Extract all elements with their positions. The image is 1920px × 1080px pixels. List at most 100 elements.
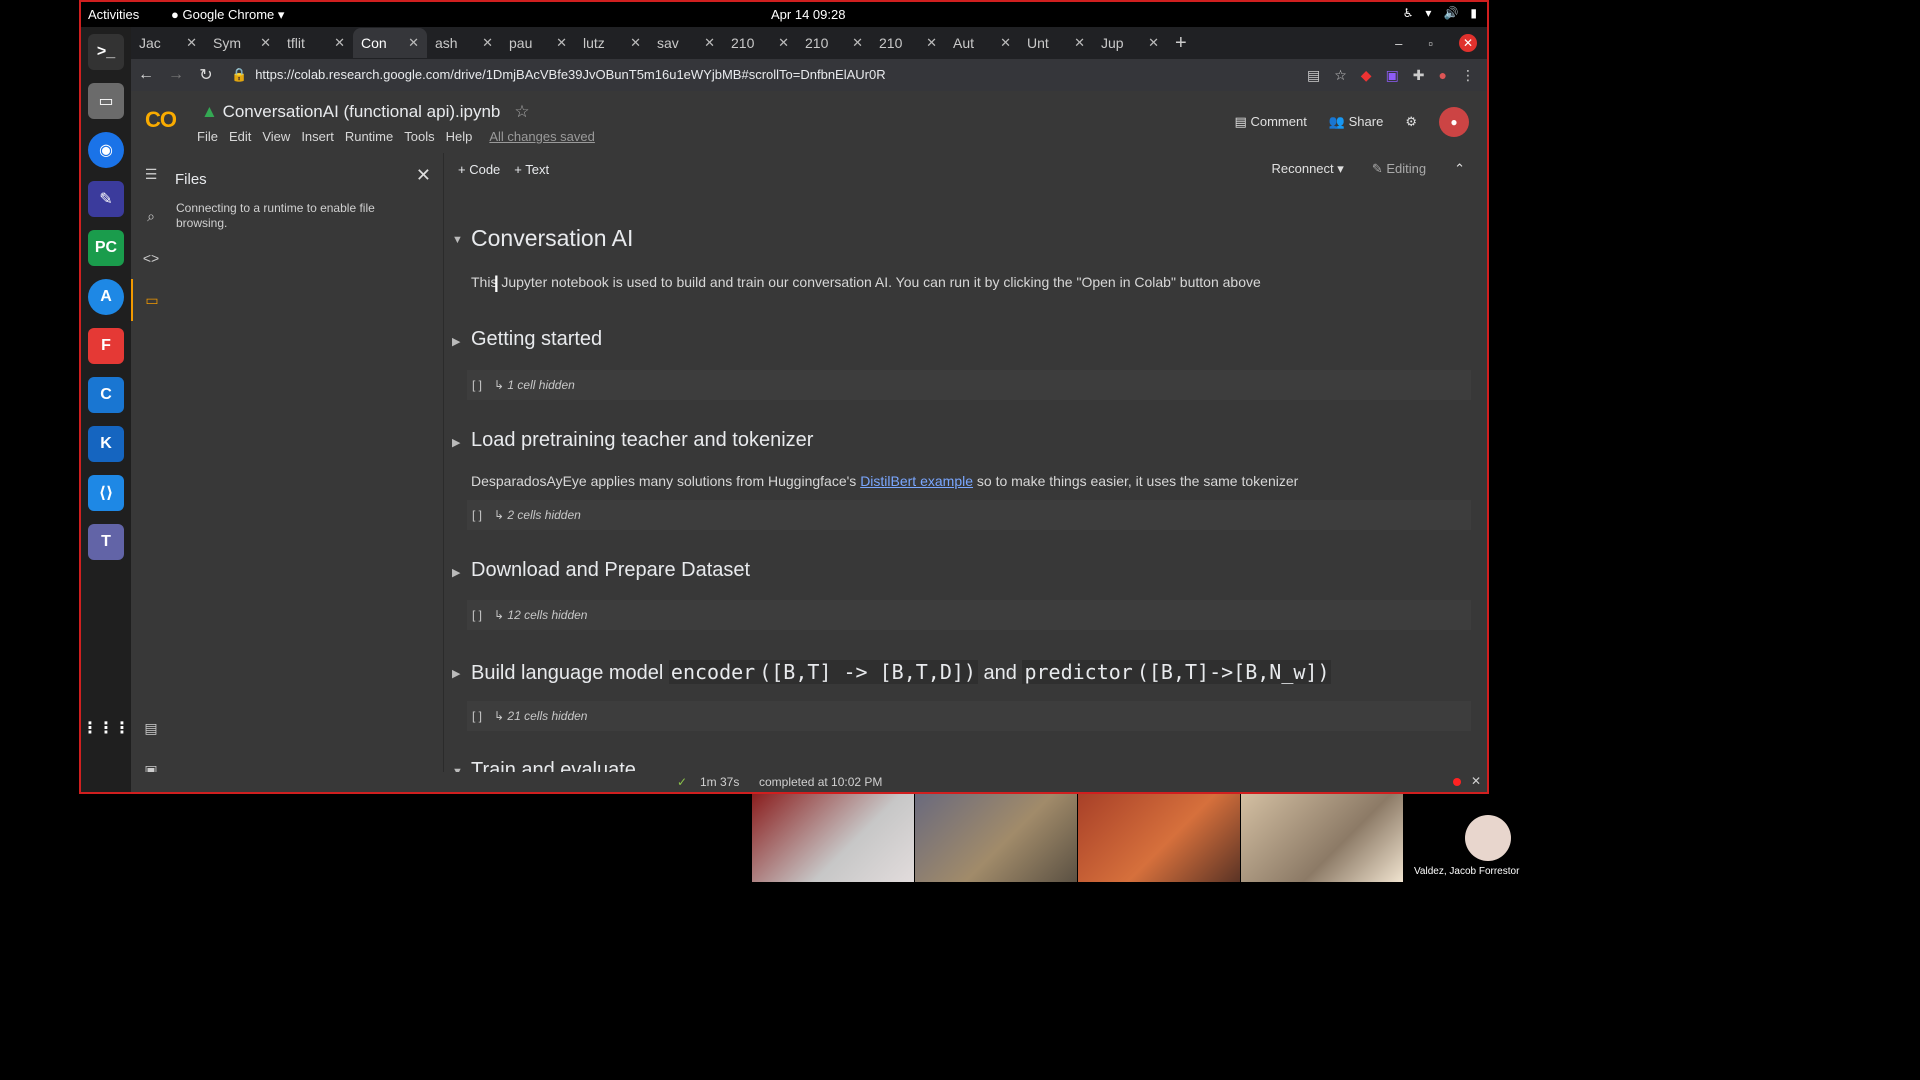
colab-logo[interactable]: CO [145, 107, 177, 133]
hidden-cells-bar[interactable]: [ ] ↳ 1 cell hidden [467, 370, 1471, 400]
clock[interactable]: Apr 14 09:28 [771, 7, 845, 22]
participant-video[interactable] [1078, 794, 1240, 882]
collapse-caret-icon[interactable]: ▼ [452, 234, 463, 246]
menu-edit[interactable]: Edit [229, 129, 251, 144]
close-window-icon[interactable]: ✕ [1459, 34, 1477, 52]
expand-caret-icon[interactable]: ▶ [452, 566, 460, 579]
close-icon[interactable]: ✕ [416, 165, 431, 186]
tab-close-icon[interactable]: ✕ [1148, 35, 1159, 51]
participant-video[interactable] [1241, 794, 1403, 882]
editing-mode[interactable]: ✎ Editing [1372, 161, 1426, 177]
menu-kebab-icon[interactable]: ⋮ [1461, 67, 1475, 84]
notebook-title[interactable]: ▲ ConversationAI (functional api).ipynb ☆ [201, 102, 530, 122]
kanban-app-icon[interactable]: K [88, 426, 124, 462]
reload-icon[interactable]: ↻ [191, 65, 221, 85]
gear-icon[interactable]: ⚙ [1405, 114, 1417, 130]
teams-app-icon[interactable]: T [88, 524, 124, 560]
folder-icon[interactable]: ▭ [131, 279, 171, 321]
menu-runtime[interactable]: Runtime [345, 129, 393, 144]
pycharm-app-icon[interactable]: PC [88, 230, 124, 266]
tab-close-icon[interactable]: ✕ [556, 35, 567, 51]
profile-avatar[interactable]: ● [1439, 67, 1447, 83]
settings-app-icon[interactable]: F [88, 328, 124, 364]
browser-tab[interactable]: 210 ✕ [723, 28, 797, 58]
user-avatar[interactable]: ● [1439, 107, 1469, 137]
hidden-cells-bar[interactable]: [ ] ↳ 12 cells hidden [467, 600, 1471, 630]
chrome-app-icon[interactable]: ◉ [88, 132, 124, 168]
participant-video[interactable] [915, 794, 1077, 882]
vscode-app-icon[interactable]: ⟨⟩ [88, 475, 124, 511]
activities-button[interactable]: Activities [88, 7, 139, 22]
reconnect-button[interactable]: Reconnect ▾ [1272, 161, 1344, 177]
maximize-icon[interactable]: ▫ [1428, 36, 1433, 51]
tab-close-icon[interactable]: ✕ [408, 35, 419, 51]
browser-tab[interactable]: Jup ✕ [1093, 28, 1167, 58]
extension-icon[interactable]: ▣ [1386, 67, 1399, 84]
expand-caret-icon[interactable]: ▶ [452, 335, 460, 348]
new-tab-icon[interactable]: + [1175, 32, 1187, 55]
tab-close-icon[interactable]: ✕ [852, 35, 863, 51]
system-tray[interactable]: ♿ ▾ 🔊 ▮ [1403, 6, 1477, 20]
browser-tab[interactable]: pau ✕ [501, 28, 575, 58]
browser-tab[interactable]: 210 ✕ [871, 28, 945, 58]
expand-caret-icon[interactable]: ▶ [452, 667, 460, 680]
chevron-up-icon[interactable]: ⌃ [1454, 161, 1465, 177]
tab-close-icon[interactable]: ✕ [334, 35, 345, 51]
add-text-button[interactable]: + Text [514, 162, 549, 177]
tab-close-icon[interactable]: ✕ [1000, 35, 1011, 51]
browser-tab[interactable]: 210 ✕ [797, 28, 871, 58]
hidden-cells-bar[interactable]: [ ] ↳ 2 cells hidden [467, 500, 1471, 530]
tab-close-icon[interactable]: ✕ [778, 35, 789, 51]
add-code-button[interactable]: + Code [458, 162, 500, 177]
c-app-icon[interactable]: C [88, 377, 124, 413]
expand-caret-icon[interactable]: ▶ [452, 436, 460, 449]
tab-close-icon[interactable]: ✕ [1074, 35, 1085, 51]
tab-close-icon[interactable]: ✕ [630, 35, 641, 51]
menu-help[interactable]: Help [446, 129, 473, 144]
files-app-icon[interactable]: ▭ [88, 83, 124, 119]
tab-close-icon[interactable]: ✕ [482, 35, 493, 51]
browser-tab[interactable]: lutz ✕ [575, 28, 649, 58]
browser-tab[interactable]: sav ✕ [649, 28, 723, 58]
code-snippets-icon[interactable]: <> [131, 237, 171, 279]
app-icon[interactable]: A [88, 279, 124, 315]
browser-tab[interactable]: tflit ✕ [279, 28, 353, 58]
back-icon[interactable]: ← [131, 66, 161, 84]
execution-duration[interactable]: 1m 37s [700, 775, 739, 789]
reader-icon[interactable]: ▤ [1307, 67, 1320, 84]
share-button[interactable]: 👥 Share [1329, 114, 1384, 130]
url-field[interactable]: 🔒 https://colab.research.google.com/drive… [231, 67, 1307, 83]
star-icon[interactable]: ☆ [514, 102, 529, 121]
completion-time[interactable]: completed at 10:02 PM [759, 775, 882, 789]
tab-close-icon[interactable]: ✕ [926, 35, 937, 51]
tab-close-icon[interactable]: ✕ [704, 35, 715, 51]
editor-app-icon[interactable]: ✎ [88, 181, 124, 217]
browser-tab[interactable]: ash ✕ [427, 28, 501, 58]
extension-icon[interactable]: ◆ [1361, 67, 1372, 84]
browser-tab[interactable]: Aut ✕ [945, 28, 1019, 58]
bookmark-star-icon[interactable]: ☆ [1334, 67, 1347, 84]
browser-tab[interactable]: Sym ✕ [205, 28, 279, 58]
menu-tools[interactable]: Tools [404, 129, 434, 144]
close-icon[interactable]: ✕ [1471, 774, 1481, 788]
tab-close-icon[interactable]: ✕ [186, 35, 197, 51]
distilbert-link[interactable]: DistilBert example [860, 473, 973, 489]
self-video-tile[interactable]: Valdez, Jacob Forrestor [1405, 794, 1568, 882]
app-menu[interactable]: ● Google Chrome ▾ [171, 7, 284, 23]
command-palette-icon[interactable]: ▤ [131, 707, 171, 749]
minimize-icon[interactable]: – [1395, 36, 1402, 51]
forward-icon[interactable]: → [161, 66, 191, 84]
browser-tab[interactable]: Jac ✕ [131, 28, 205, 58]
tab-close-icon[interactable]: ✕ [260, 35, 271, 51]
search-icon[interactable]: ⌕ [131, 195, 171, 237]
participant-video[interactable] [752, 794, 914, 882]
menu-view[interactable]: View [262, 129, 290, 144]
app-grid-icon[interactable]: ⋮⋮⋮ [82, 710, 130, 746]
terminal-icon[interactable]: >_ [88, 34, 124, 70]
hidden-cells-bar[interactable]: [ ] ↳ 21 cells hidden [467, 701, 1471, 731]
puzzle-icon[interactable]: ✚ [1413, 67, 1425, 84]
browser-tab[interactable]: Unt ✕ [1019, 28, 1093, 58]
comment-button[interactable]: ▤ Comment [1235, 114, 1307, 130]
save-status[interactable]: All changes saved [489, 129, 595, 144]
browser-tab-active[interactable]: Con ✕ [353, 28, 427, 58]
